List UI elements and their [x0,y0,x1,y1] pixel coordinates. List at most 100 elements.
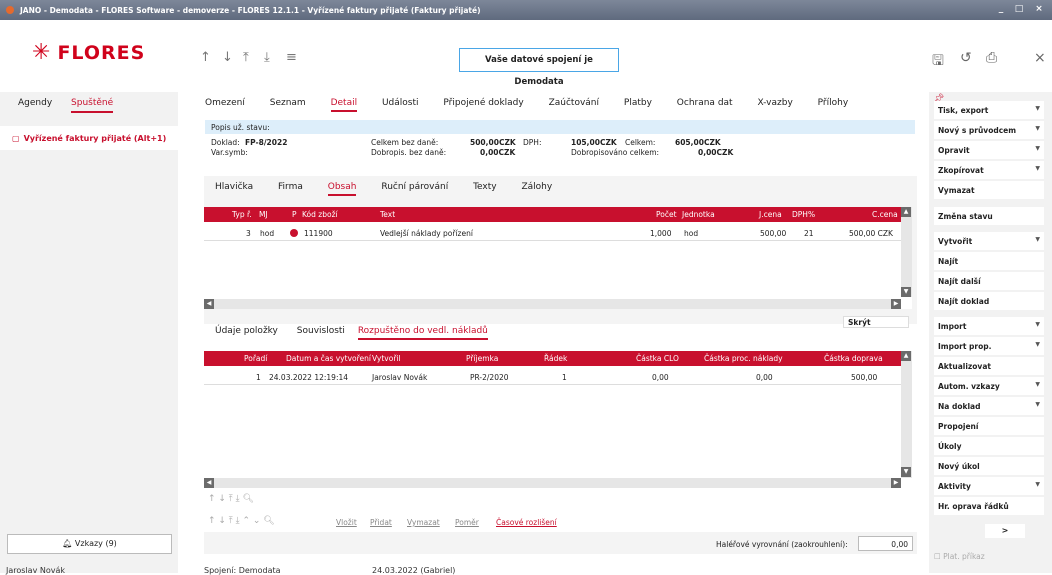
casove-rozliseni-link[interactable]: Časové rozlišení [496,518,557,527]
action-button-8[interactable]: Najít další [934,272,1044,290]
col-poradi[interactable]: Pořadí [244,354,267,363]
tab-omezeni[interactable]: Omezení [205,98,245,108]
col-castka-doprava[interactable]: Částka doprava [824,354,883,363]
action-button-label: Hr. oprava řádků [938,502,1009,511]
action-button-11[interactable]: Import prop. ▼ [934,337,1044,355]
col-vytvoril[interactable]: Vytvořil [372,354,401,363]
arrow-down-icon[interactable]: ↓ [222,50,233,65]
tab-hlavicka[interactable]: Hlavička [215,182,253,192]
more-actions-button[interactable]: > [985,524,1025,538]
col-castka-proc[interactable]: Částka proc. náklady [704,354,783,363]
arrow-up-icon[interactable]: ↑ [200,50,211,65]
action-button-19[interactable]: Hr. oprava řádků [934,497,1044,515]
col-jcena[interactable]: J.cena [759,210,782,219]
menu-icon[interactable]: ≡ [286,50,297,65]
grid-nav-icons[interactable]: ↑ ↓ ⤒ ⤓ 🔍︎ [208,494,254,504]
scroll-up-icon[interactable]: ▲ [901,207,911,217]
tab-spustene[interactable]: Spuštěné [71,98,114,113]
col-castka-clo[interactable]: Částka CLO [636,354,679,363]
vlozit-link[interactable]: Vložit [336,518,357,527]
items-hscroll[interactable]: ◀ ▶ [204,299,901,309]
pridat-link[interactable]: Přidat [370,518,392,527]
costs-vscroll[interactable]: ▲ ▼ [901,351,912,478]
scroll-left-icon[interactable]: ◀ [204,478,214,488]
col-p[interactable]: P [292,210,297,219]
action-button-5[interactable]: Změna stavu [934,207,1044,225]
tab-detail[interactable]: Detail [330,98,358,112]
action-button-3[interactable]: Zkopírovat ▼ [934,161,1044,179]
col-typ[interactable]: Typ ř. [232,210,252,219]
action-button-12[interactable]: Aktualizovat [934,357,1044,375]
col-pocet[interactable]: Počet [656,210,677,219]
col-mj[interactable]: MJ [259,210,268,219]
tab-ochrana-dat[interactable]: Ochrana dat [677,98,733,108]
action-button-7[interactable]: Najít [934,252,1044,270]
chevron-down-icon: ▼ [1035,381,1040,388]
tab-prilohy[interactable]: Přílohy [818,98,849,108]
action-button-17[interactable]: Nový úkol [934,457,1044,475]
col-datum[interactable]: Datum a čas vytvoření [286,354,371,363]
scroll-down-icon[interactable]: ▼ [901,467,911,477]
action-button-10[interactable]: Import ▼ [934,317,1044,335]
action-button-1[interactable]: Nový s průvodcem ▼ [934,121,1044,139]
maximize-button[interactable]: □ [1012,3,1026,16]
action-button-6[interactable]: Vytvořit ▼ [934,232,1044,250]
plat-prikaz-checkbox[interactable]: ☐ Plat. příkaz [934,552,985,561]
col-jednotka[interactable]: Jednotka [682,210,715,219]
running-agenda-item[interactable]: ▢ Vyřízené faktury přijaté (Alt+1) [0,126,178,150]
action-button-13[interactable]: Autom. vzkazy ▼ [934,377,1044,395]
tab-seznam[interactable]: Seznam [270,98,306,108]
rounding-input[interactable]: 0,00 [858,536,913,551]
tab-pripojene-doklady[interactable]: Připojené doklady [443,98,523,108]
tab-zauctovani[interactable]: Zaúčtování [549,98,599,108]
close-icon[interactable]: × [1034,50,1046,66]
tab-rozpusteno[interactable]: Rozpuštěno do vedl. nákladů [357,326,488,340]
col-radek[interactable]: Řádek [544,354,567,363]
action-button-14[interactable]: Na doklad ▼ [934,397,1044,415]
print-icon[interactable]: ⎙ [986,50,997,66]
vzkazy-button[interactable]: 🔔︎ Vzkazy (9) [7,534,172,554]
vymazat-link[interactable]: Vymazat [407,518,440,527]
save-icon[interactable]: 🖫 [932,50,944,74]
tab-souvislosti[interactable]: Souvislosti [297,326,345,336]
action-button-15[interactable]: Propojení [934,417,1044,435]
tab-texty[interactable]: Texty [473,182,497,192]
scroll-right-icon[interactable]: ▶ [891,299,901,309]
action-button-9[interactable]: Najít doklad [934,292,1044,310]
tab-x-vazby[interactable]: X-vazby [757,98,792,108]
minimize-button[interactable]: _ [994,3,1008,16]
action-button-0[interactable]: Tisk, export ▼ [934,101,1044,119]
tab-udalosti[interactable]: Události [382,98,419,108]
tab-firma[interactable]: Firma [278,182,303,192]
col-text[interactable]: Text [380,210,395,219]
row-nav-icons[interactable]: ↑ ↓ ⤒ ⤓ ⌃ ⌄ 🔍︎ [208,516,275,526]
table-row[interactable]: 3 hod 111900 Vedlejší náklady pořízení 1… [204,226,901,241]
tab-zalohy[interactable]: Zálohy [521,182,552,192]
scroll-up-icon[interactable]: ▲ [901,351,911,361]
costs-hscroll[interactable]: ◀ ▶ [204,478,901,488]
tab-platby[interactable]: Platby [624,98,652,108]
col-kod[interactable]: Kód zboží [302,210,338,219]
tab-rucni-parovani[interactable]: Ruční párování [381,182,448,192]
items-vscroll[interactable]: ▲ ▼ [901,207,912,297]
action-button-4[interactable]: Vymazat [934,181,1044,199]
col-dph[interactable]: DPH% [792,210,815,219]
arrow-top-icon[interactable]: ⤒ [243,50,249,65]
scroll-down-icon[interactable]: ▼ [901,287,911,297]
action-button-18[interactable]: Aktivity ▼ [934,477,1044,495]
close-window-button[interactable]: × [1032,3,1046,16]
scroll-right-icon[interactable]: ▶ [891,478,901,488]
col-prijemka[interactable]: Příjemka [466,354,498,363]
col-ccena[interactable]: C.cena [872,210,898,219]
skryt-button[interactable]: Skrýt [843,316,909,328]
undo-icon[interactable]: ↺ [960,50,972,66]
tab-agendy[interactable]: Agendy [18,98,52,108]
action-button-2[interactable]: Opravit ▼ [934,141,1044,159]
tab-obsah[interactable]: Obsah [327,182,357,196]
tab-udaje-polozky[interactable]: Údaje položky [215,326,278,336]
action-button-16[interactable]: Úkoly [934,437,1044,455]
scroll-left-icon[interactable]: ◀ [204,299,214,309]
arrow-bottom-icon[interactable]: ⤓ [264,50,270,65]
table-row[interactable]: 1 24.03.2022 12:19:14 Jaroslav Novák PR-… [204,370,901,385]
pomer-link[interactable]: Poměr [455,518,479,527]
